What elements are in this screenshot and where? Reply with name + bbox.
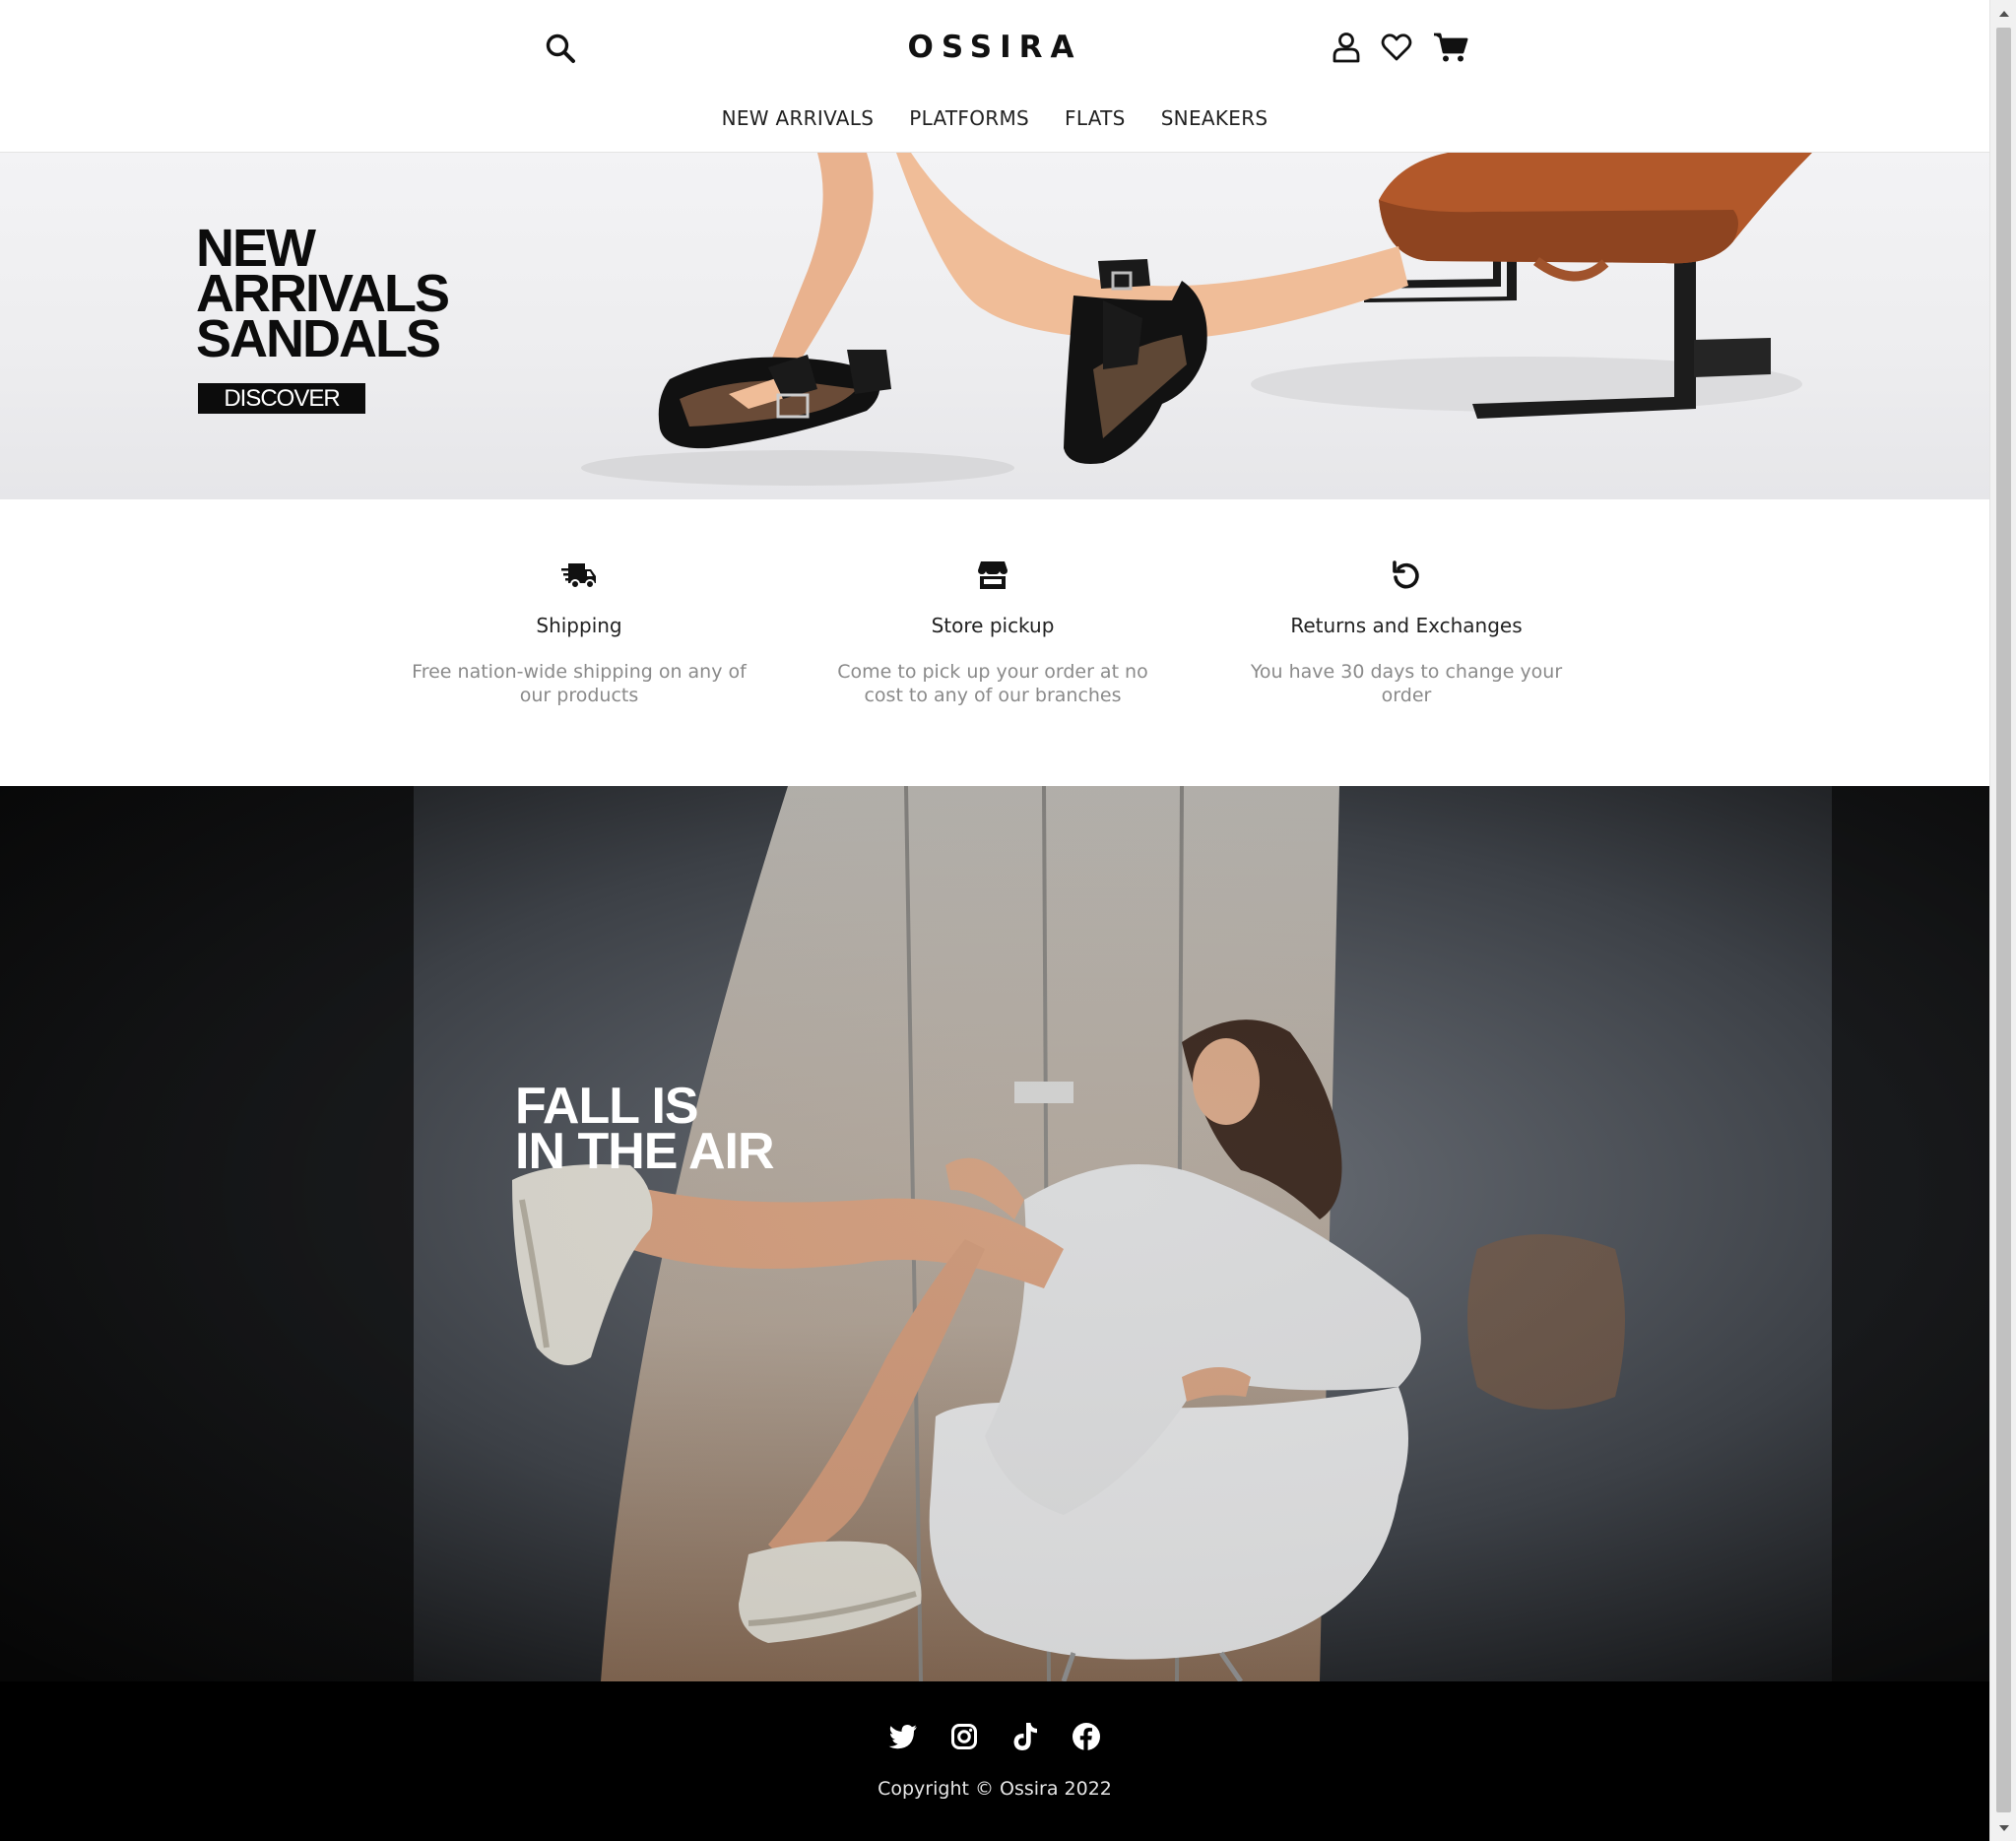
hero-fall-title: FALL IS IN THE AIR — [515, 1081, 830, 1180]
service-features: Shipping Free nation-wide shipping on an… — [0, 500, 1989, 786]
brand-logo[interactable]: OSSIRA — [896, 28, 1093, 67]
feature-description: You have 30 days to change your order — [1250, 661, 1563, 706]
nav-item-new-arrivals[interactable]: NEW ARRIVALS — [722, 103, 875, 133]
discover-button[interactable]: DISCOVER — [198, 383, 365, 414]
feature-description: Come to pick up your order at no cost to… — [837, 661, 1148, 706]
feature-title: Store pickup — [931, 614, 1055, 637]
site-footer: Copyright © Ossira 2022 — [0, 1681, 1989, 1841]
hero-title-line: SANDALS — [196, 309, 441, 368]
scroll-up-arrow-icon[interactable] — [1990, 0, 2016, 26]
nav-item-platforms[interactable]: PLATFORMS — [909, 103, 1029, 133]
feature-description: Free nation-wide shipping on any of our … — [412, 661, 747, 706]
social-links — [0, 1721, 1989, 1752]
scrollbar-thumb[interactable] — [1996, 28, 2011, 1812]
heart-icon[interactable] — [1378, 30, 1415, 65]
search-icon[interactable] — [542, 30, 579, 67]
cart-icon[interactable] — [1431, 29, 1470, 66]
truck-icon — [559, 556, 599, 595]
hero-title-line: IN THE AIR — [515, 1123, 775, 1180]
hero-fall-banner[interactable]: FALL IS IN THE AIR — [0, 786, 1989, 1681]
scroll-down-arrow-icon[interactable] — [1990, 1815, 2016, 1841]
instagram-icon[interactable] — [948, 1721, 980, 1752]
feature-title: Shipping — [536, 614, 622, 637]
user-icon[interactable] — [1329, 30, 1364, 65]
tiktok-icon[interactable] — [1009, 1721, 1041, 1752]
nav-item-flats[interactable]: FLATS — [1065, 103, 1126, 133]
hero-fall-photo — [0, 786, 1989, 1681]
facebook-icon[interactable] — [1071, 1721, 1102, 1752]
feature-title: Returns and Exchanges — [1290, 614, 1523, 637]
store-icon — [973, 556, 1012, 595]
page-scrollbar[interactable] — [1989, 0, 2016, 1841]
hero-new-arrivals-title: NEW ARRIVALS SANDALS — [196, 222, 511, 368]
hero-new-arrivals-banner[interactable]: NEW ARRIVALS SANDALS DISCOVER — [0, 153, 1989, 499]
main-nav: NEW ARRIVALS PLATFORMS FLATS SNEAKERS — [0, 103, 1989, 133]
copyright-text: Copyright © Ossira 2022 — [878, 1778, 1112, 1800]
return-icon — [1387, 556, 1426, 595]
site-header: OSSIRA NEW ARRIVALS PLATFORMS FLATS SNEA… — [0, 0, 1989, 153]
nav-item-sneakers[interactable]: SNEAKERS — [1161, 103, 1268, 133]
twitter-icon[interactable] — [887, 1721, 919, 1752]
